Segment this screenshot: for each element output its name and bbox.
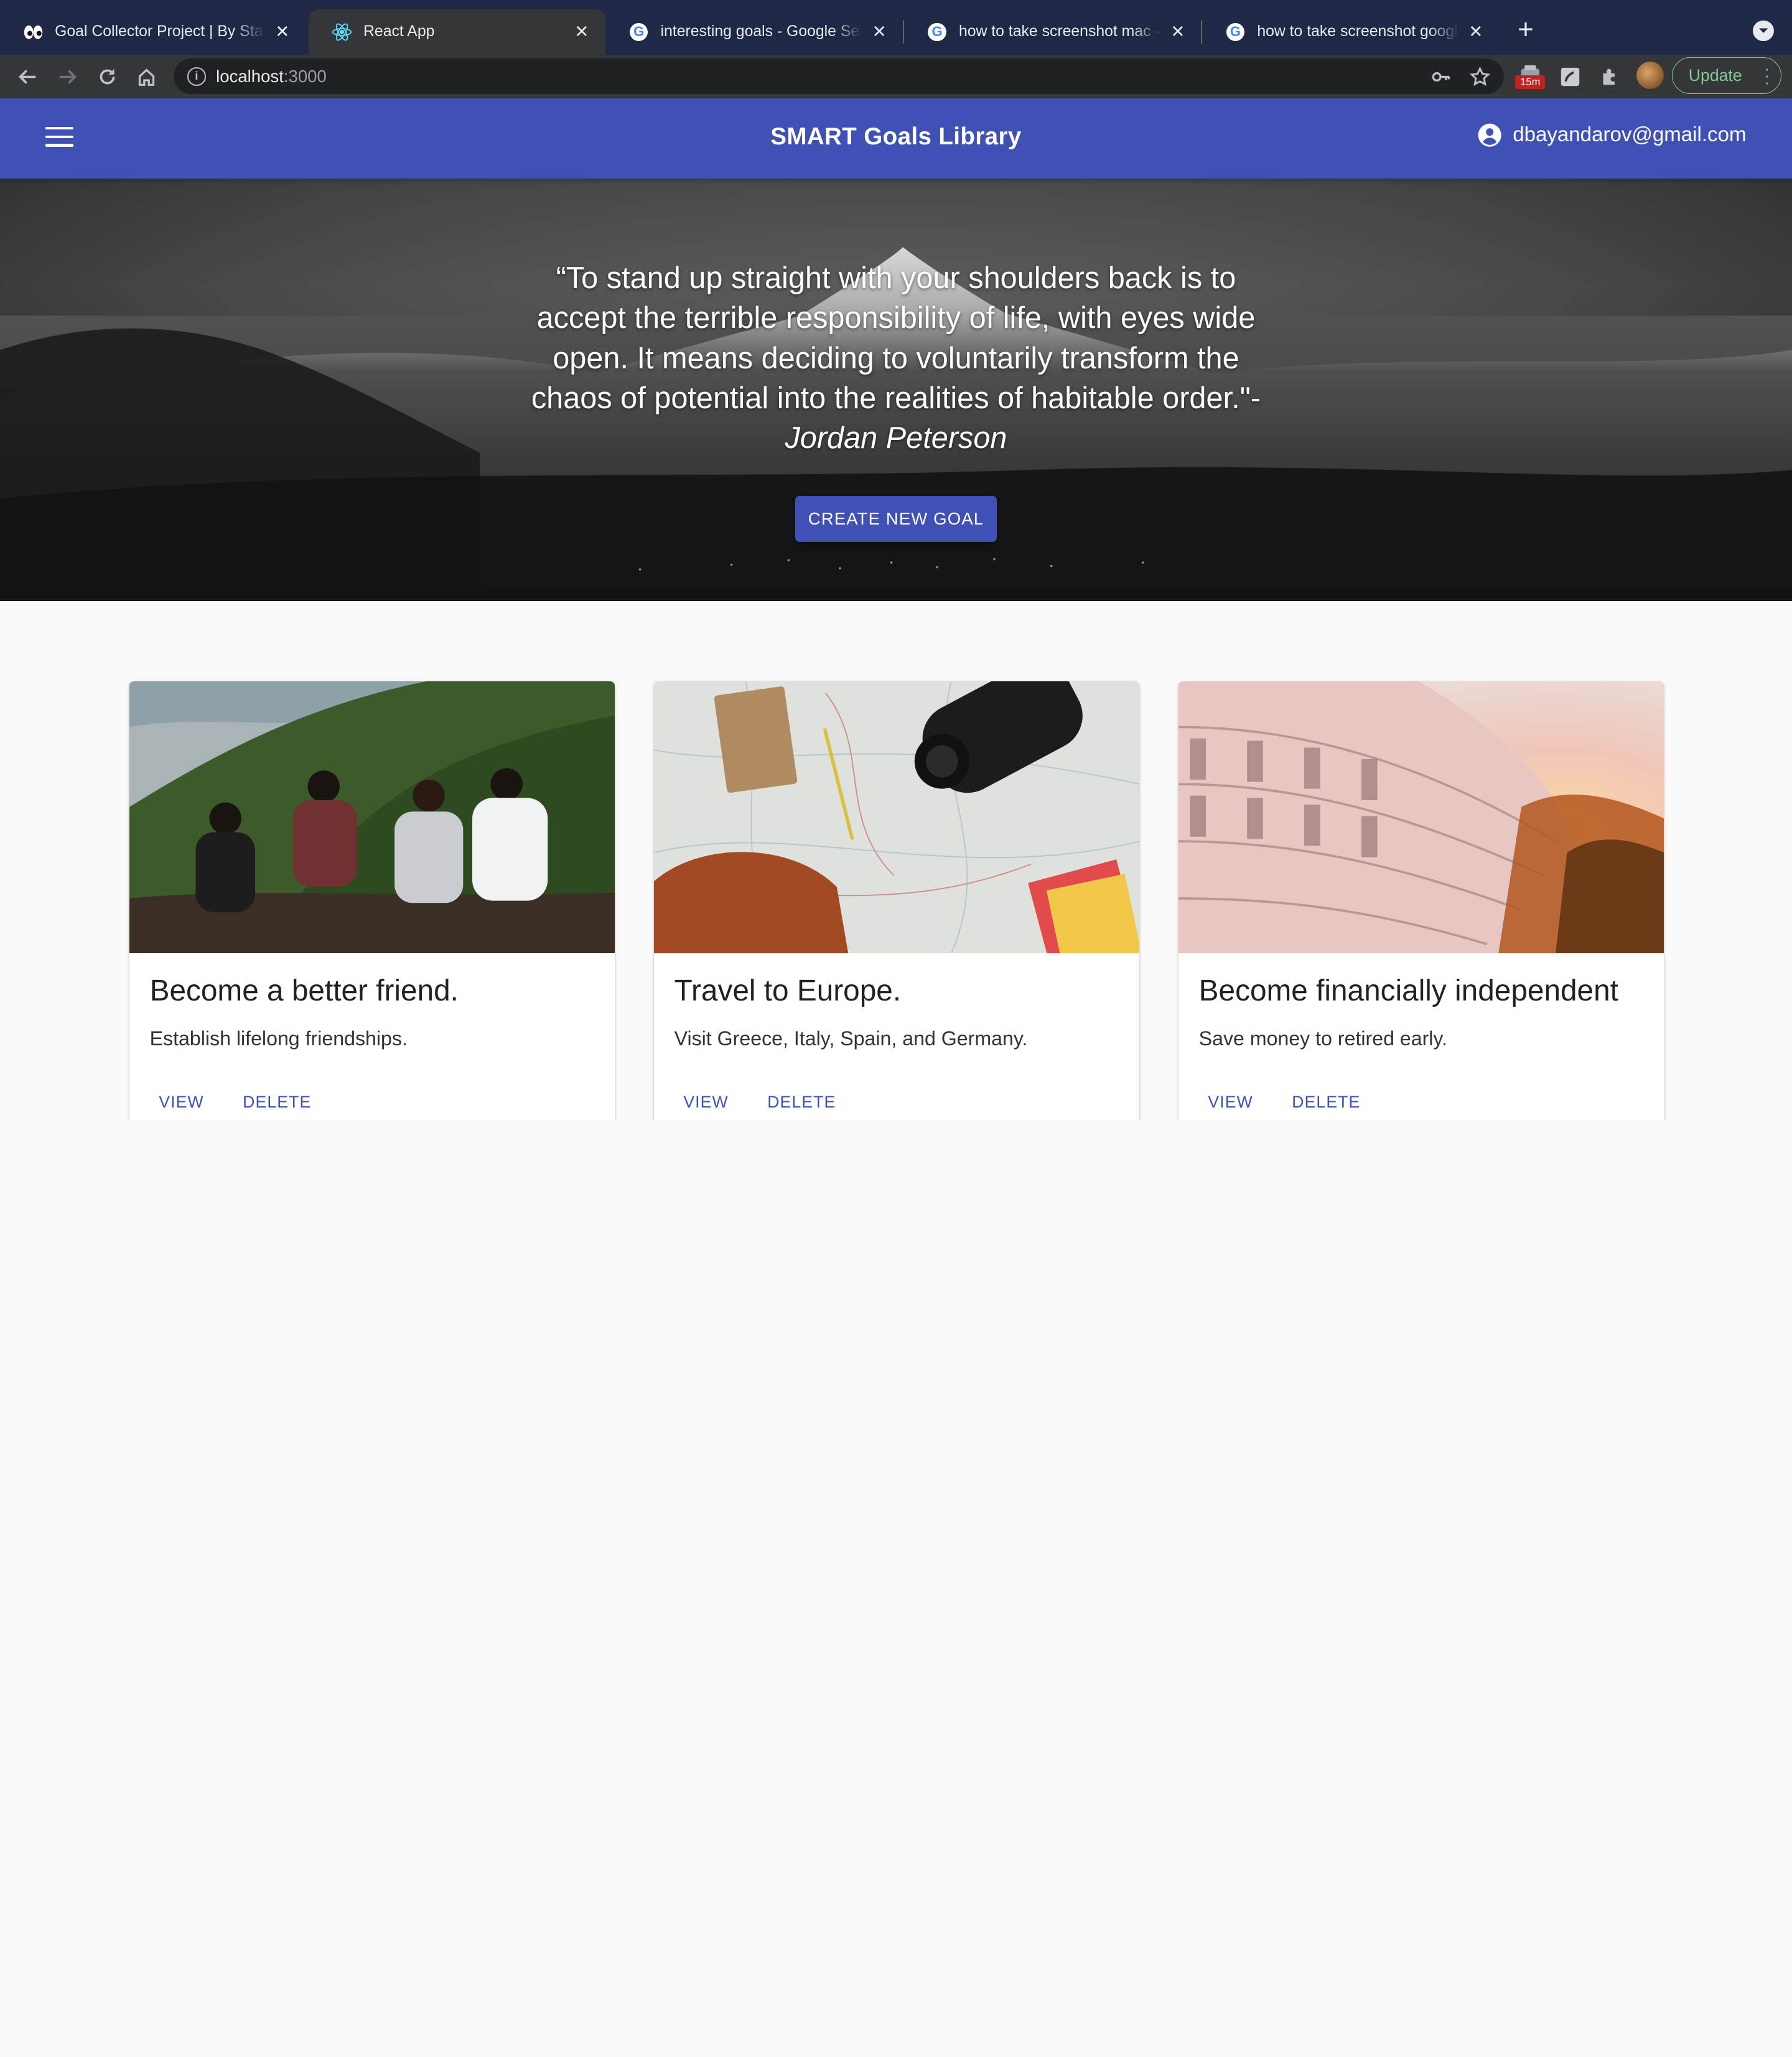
view-button[interactable]: VIEW	[150, 1090, 213, 1114]
url-port: :3000	[283, 66, 327, 86]
card-actions: VIEW DELETE	[150, 1090, 341, 1114]
address-bar[interactable]: i localhost:3000	[174, 58, 1505, 94]
eyes-emoji-icon	[23, 22, 44, 42]
tab-title: React App	[363, 23, 435, 40]
delete-button[interactable]: DELETE	[233, 1090, 320, 1114]
card-image-building[interactable]	[1178, 681, 1664, 953]
view-button[interactable]: VIEW	[1199, 1090, 1262, 1114]
close-icon[interactable]: ✕	[272, 22, 292, 42]
google-icon: G	[1225, 22, 1246, 42]
info-icon[interactable]: i	[187, 67, 206, 86]
tab-title: how to take screenshot google	[1257, 23, 1459, 40]
card-description: Establish lifelong friendships.	[149, 1027, 408, 1050]
card-description: Visit Greece, Italy, Spain, and Germany.	[674, 1027, 1028, 1050]
more-vert-icon[interactable]: · · ·	[1764, 61, 1770, 91]
goal-card: Become financially independent Save mone…	[1178, 681, 1664, 1120]
google-icon: G	[927, 22, 948, 42]
goal-card: Travel to Europe. Visit Greece, Italy, S…	[653, 681, 1140, 1120]
update-button[interactable]: Update · · ·	[1672, 57, 1782, 94]
browser-tab[interactable]: Goal Collector Project | By Stat ✕	[0, 9, 306, 55]
close-icon[interactable]: ✕	[571, 22, 592, 42]
user-email: dbayandarov@gmail.com	[1513, 123, 1747, 146]
quote-text: “To stand up straight with your shoulder…	[531, 261, 1261, 415]
user-account[interactable]: dbayandarov@gmail.com	[1477, 123, 1746, 147]
delete-button[interactable]: DELETE	[1283, 1090, 1370, 1114]
browser-tab[interactable]: G how to take screenshot mac - G ✕	[904, 9, 1202, 55]
page: Goal Collector Project | By Stat ✕ React…	[0, 0, 1792, 1120]
close-icon[interactable]: ✕	[870, 22, 889, 42]
update-label: Update	[1688, 65, 1742, 85]
card-actions: VIEW DELETE	[1199, 1090, 1390, 1114]
delete-button[interactable]: DELETE	[758, 1090, 846, 1114]
tab-title: how to take screenshot mac - G	[958, 23, 1162, 40]
card-title: Become a better friend.	[149, 974, 459, 1007]
account-circle-icon	[1478, 123, 1502, 147]
card-title: Travel to Europe.	[674, 974, 902, 1007]
create-new-goal-button[interactable]: CREATE NEW GOAL	[795, 496, 997, 542]
new-tab-button[interactable]: +	[1511, 16, 1541, 46]
close-icon[interactable]: ✕	[1466, 22, 1486, 42]
extension-puzzle-card-icon[interactable]	[1557, 63, 1584, 90]
tab-search-icon[interactable]	[1753, 21, 1774, 42]
browser-tab-active[interactable]: React App ✕	[308, 9, 606, 55]
card-actions: VIEW DELETE	[674, 1090, 866, 1114]
home-icon[interactable]	[133, 63, 160, 90]
extensions-puzzle-icon[interactable]	[1597, 63, 1624, 90]
back-icon[interactable]	[14, 63, 41, 90]
forward-icon[interactable]	[54, 63, 81, 90]
bookmark-star-icon[interactable]	[1466, 63, 1493, 90]
card-image-travel[interactable]	[653, 681, 1140, 953]
close-icon[interactable]: ✕	[1169, 22, 1188, 42]
tab-title: interesting goals - Google Sear	[660, 23, 863, 40]
browser-tab-strip: Goal Collector Project | By Stat ✕ React…	[0, 0, 1792, 55]
tab-title: Goal Collector Project | By Stat	[55, 23, 266, 40]
hero-quote: “To stand up straight with your shoulder…	[530, 258, 1261, 458]
app-bar: SMART Goals Library dbayandarov@gmail.co…	[0, 98, 1792, 179]
browser-tab[interactable]: G how to take screenshot google ✕	[1202, 9, 1500, 55]
card-description: Save money to retired early.	[1198, 1027, 1448, 1050]
view-button[interactable]: VIEW	[674, 1090, 738, 1114]
google-icon: G	[628, 22, 649, 42]
hero-banner: “To stand up straight with your shoulder…	[0, 178, 1792, 602]
key-icon[interactable]	[1427, 63, 1455, 90]
browser-tab[interactable]: G interesting goals - Google Sear ✕	[605, 9, 903, 55]
goal-card: Become a better friend. Establish lifelo…	[129, 681, 615, 1120]
url-text: localhost:3000	[216, 67, 327, 86]
quote-author: Jordan Peterson	[785, 421, 1007, 455]
react-icon	[332, 22, 352, 42]
card-title: Become financially independent	[1198, 974, 1618, 1007]
reload-icon[interactable]	[94, 63, 121, 90]
url-host: localhost	[216, 66, 284, 86]
card-image-friends[interactable]	[129, 681, 615, 953]
extension-badge: 15m	[1515, 75, 1546, 90]
